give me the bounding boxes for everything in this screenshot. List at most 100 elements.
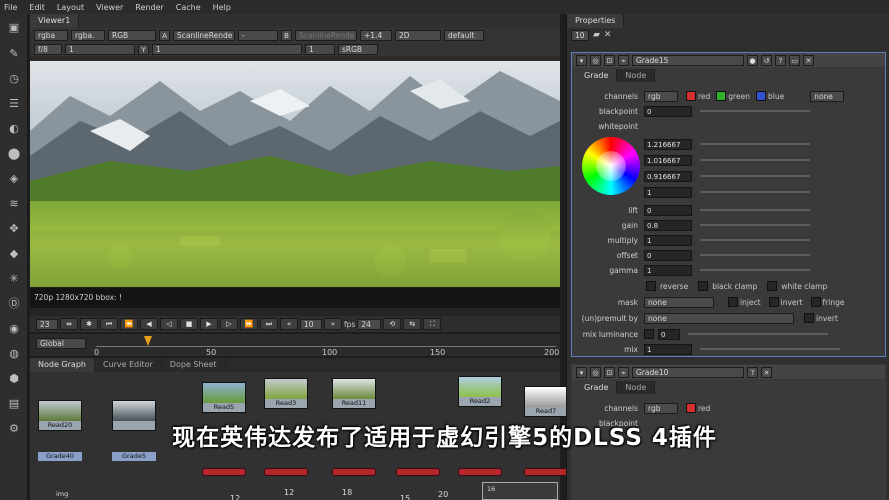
node-name-field[interactable]: Grade15	[632, 54, 744, 66]
menu-layout[interactable]: Layout	[57, 3, 84, 12]
layer-dropdown[interactable]: rgba	[34, 29, 68, 41]
menu-help[interactable]: Help	[213, 3, 231, 12]
clear-panels-icon[interactable]: ✕	[604, 30, 612, 40]
offset-field[interactable]: 0	[644, 249, 692, 261]
float-icon[interactable]: ⊡	[604, 54, 615, 66]
unpremult-invert-checkbox[interactable]	[804, 313, 814, 323]
inject-checkbox[interactable]	[728, 297, 738, 307]
first-frame-icon[interactable]: ⏮	[100, 318, 118, 330]
keyer-tool-icon[interactable]: ◈	[6, 171, 22, 185]
tab-node[interactable]: Node	[617, 69, 656, 82]
gamma-field[interactable]: 1	[644, 264, 692, 276]
draw-tool-icon[interactable]: ✎	[6, 46, 22, 60]
play-back-icon[interactable]: ◁	[160, 318, 178, 330]
help-icon-2[interactable]: ?	[747, 366, 758, 378]
channel-dropdown[interactable]: rgba.	[71, 29, 105, 41]
whitepoint-a-slider[interactable]	[700, 191, 810, 193]
tab-grade[interactable]: Grade	[576, 69, 618, 82]
gamma-slider[interactable]	[700, 269, 810, 271]
proxy-field[interactable]: 1	[305, 43, 335, 55]
other-tool-icon[interactable]: ▤	[6, 396, 22, 410]
gain-slider[interactable]	[700, 224, 810, 226]
gain-field[interactable]: 0.8	[644, 219, 692, 231]
tab-curve-editor[interactable]: Curve Editor	[94, 358, 162, 372]
channels-dropdown[interactable]: rgb	[644, 90, 678, 102]
merge-tool-icon[interactable]: ≋	[6, 196, 22, 210]
write-node-6[interactable]	[524, 468, 568, 476]
lock-icon[interactable]: ▰	[593, 30, 600, 40]
node-read11[interactable]: Read11	[332, 378, 376, 409]
view-mode-dropdown[interactable]: 2D	[395, 29, 441, 41]
prev-keyframe-icon[interactable]: ⏪	[120, 318, 138, 330]
reverse-checkbox[interactable]	[646, 281, 656, 291]
step-back-icon[interactable]: ◀	[140, 318, 158, 330]
mix-field[interactable]: 1	[644, 343, 692, 355]
whitepoint-r-field[interactable]: 1.216667	[644, 138, 692, 150]
lift-field[interactable]: 0	[644, 204, 692, 216]
tab-dope-sheet[interactable]: Dope Sheet	[161, 358, 226, 372]
node-grade5[interactable]: Grade5	[112, 452, 156, 461]
channels-dropdown-2[interactable]: rgb	[644, 402, 678, 414]
lift-slider[interactable]	[700, 209, 810, 211]
filter-tool-icon[interactable]: ⬤	[6, 146, 22, 160]
node-read7[interactable]: Read7	[524, 386, 568, 417]
node-read5[interactable]: Read5	[202, 382, 246, 413]
step-size-field[interactable]: 10	[300, 318, 322, 330]
menu-edit[interactable]: Edit	[29, 3, 45, 12]
image-tool-icon[interactable]: ▣	[6, 20, 22, 34]
red-checkbox[interactable]	[686, 91, 696, 101]
node-icon-2[interactable]: ◎	[590, 366, 601, 378]
whitepoint-a-field[interactable]: 1	[644, 186, 692, 198]
zoom-field[interactable]: +1.4	[360, 29, 392, 41]
views-tool-icon[interactable]: ◉	[6, 321, 22, 335]
node-read2[interactable]: Read2	[458, 376, 502, 407]
close-panel-icon[interactable]: ✕	[803, 54, 814, 66]
stop-icon[interactable]: ■	[180, 318, 198, 330]
metadata-tool-icon[interactable]: ◍	[6, 346, 22, 360]
viewer-process-dropdown[interactable]: default	[444, 29, 484, 41]
unpremult-dropdown[interactable]: none	[644, 312, 794, 324]
blackpoint-field[interactable]: 0	[644, 105, 692, 117]
multiply-field[interactable]: 1	[644, 234, 692, 246]
colorspace-dropdown[interactable]: sRGB	[338, 43, 378, 55]
center-icon-2[interactable]: ⌖	[618, 366, 629, 378]
write-node-3[interactable]	[332, 468, 376, 476]
gamma-field[interactable]: 1	[152, 43, 302, 55]
step-forward-icon[interactable]: ▷	[220, 318, 238, 330]
node-grade40[interactable]: Grade40	[38, 452, 82, 461]
timeline-track[interactable]	[96, 346, 556, 347]
red-checkbox-2[interactable]	[686, 403, 696, 413]
blue-checkbox[interactable]	[755, 91, 766, 101]
display-dropdown[interactable]: RGB	[108, 29, 156, 41]
frame-range-dropdown[interactable]: Global	[36, 338, 86, 349]
play-icon[interactable]: ▶	[200, 318, 218, 330]
3d-tool-icon[interactable]: ◆	[6, 246, 22, 260]
whitepoint-b-slider[interactable]	[700, 175, 810, 177]
compare-dropdown[interactable]: -	[238, 29, 278, 41]
write-node-1[interactable]	[202, 468, 246, 476]
collapse-icon-2[interactable]: ▾	[576, 366, 587, 378]
write-node-5[interactable]	[458, 468, 502, 476]
a-input-dropdown[interactable]: ScanlineRende	[173, 29, 235, 41]
b-input-dropdown[interactable]: ScanlineRende	[295, 29, 357, 41]
next-keyframe-icon[interactable]: ⏩	[240, 318, 258, 330]
playback-range-icon[interactable]: ⇹	[60, 318, 78, 330]
whitepoint-g-field[interactable]: 1.016667	[644, 154, 692, 166]
mix-luminance-field[interactable]: 0	[658, 328, 680, 340]
menu-viewer[interactable]: Viewer	[96, 3, 123, 12]
black-clamp-checkbox[interactable]	[698, 281, 709, 291]
fps-field[interactable]: 24	[357, 318, 382, 330]
color-tool-icon[interactable]: ◐	[6, 121, 22, 135]
float-icon-2[interactable]: ⊡	[604, 366, 615, 378]
gamma-icon[interactable]: Y	[138, 43, 149, 55]
offset-slider[interactable]	[700, 254, 810, 256]
viewer-image[interactable]	[30, 61, 560, 287]
loop-icon[interactable]: ⟲	[383, 318, 402, 330]
tab-grade-2[interactable]: Grade	[576, 381, 618, 394]
fringe-checkbox[interactable]	[810, 297, 821, 307]
settings-gear-icon[interactable]: ✱	[80, 318, 98, 330]
transform-tool-icon[interactable]: ✥	[6, 221, 22, 235]
node-icon[interactable]: ◎	[590, 54, 601, 66]
close-panel-icon-2[interactable]: ✕	[761, 366, 772, 378]
revert-icon[interactable]: ↺	[761, 54, 772, 66]
